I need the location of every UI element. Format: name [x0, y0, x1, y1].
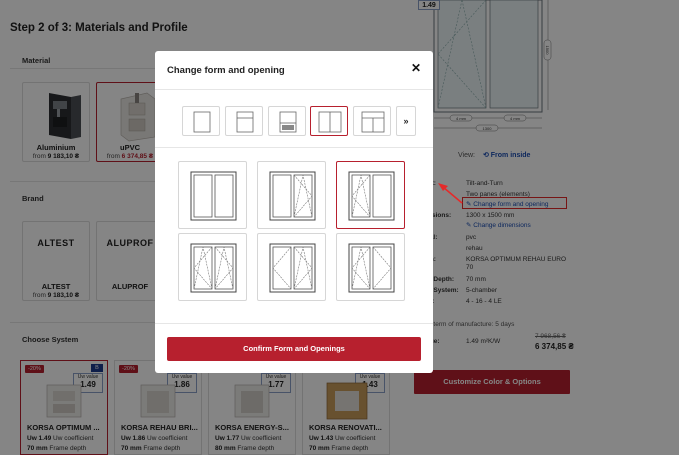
opening-option-tilt-turn-fixed[interactable] — [336, 161, 405, 229]
confirm-form-button[interactable]: Confirm Form and Openings — [167, 337, 421, 361]
chevron-double-right-icon[interactable]: » — [396, 106, 416, 136]
modal-divider — [155, 89, 433, 90]
modal-divider — [155, 147, 433, 148]
opening-option-tilt-turn-turn[interactable] — [336, 233, 405, 301]
opening-option-fixed-fixed[interactable] — [178, 161, 247, 229]
form-option-double-transom[interactable] — [353, 106, 391, 136]
change-form-modal: Change form and opening ✕ » Confirm Form… — [155, 51, 433, 373]
form-option-single-bottom[interactable] — [268, 106, 306, 136]
modal-divider — [155, 323, 433, 324]
opening-option-tilt-turn-tilt-turn[interactable] — [178, 233, 247, 301]
form-option-single[interactable] — [182, 106, 220, 136]
form-option-double[interactable] — [310, 106, 348, 136]
close-icon[interactable]: ✕ — [409, 61, 423, 75]
opening-option-turn-tilt-turn[interactable] — [257, 233, 326, 301]
opening-option-fixed-tilt-turn[interactable] — [257, 161, 326, 229]
modal-title: Change form and opening — [167, 65, 285, 76]
form-option-single-transom[interactable] — [225, 106, 263, 136]
